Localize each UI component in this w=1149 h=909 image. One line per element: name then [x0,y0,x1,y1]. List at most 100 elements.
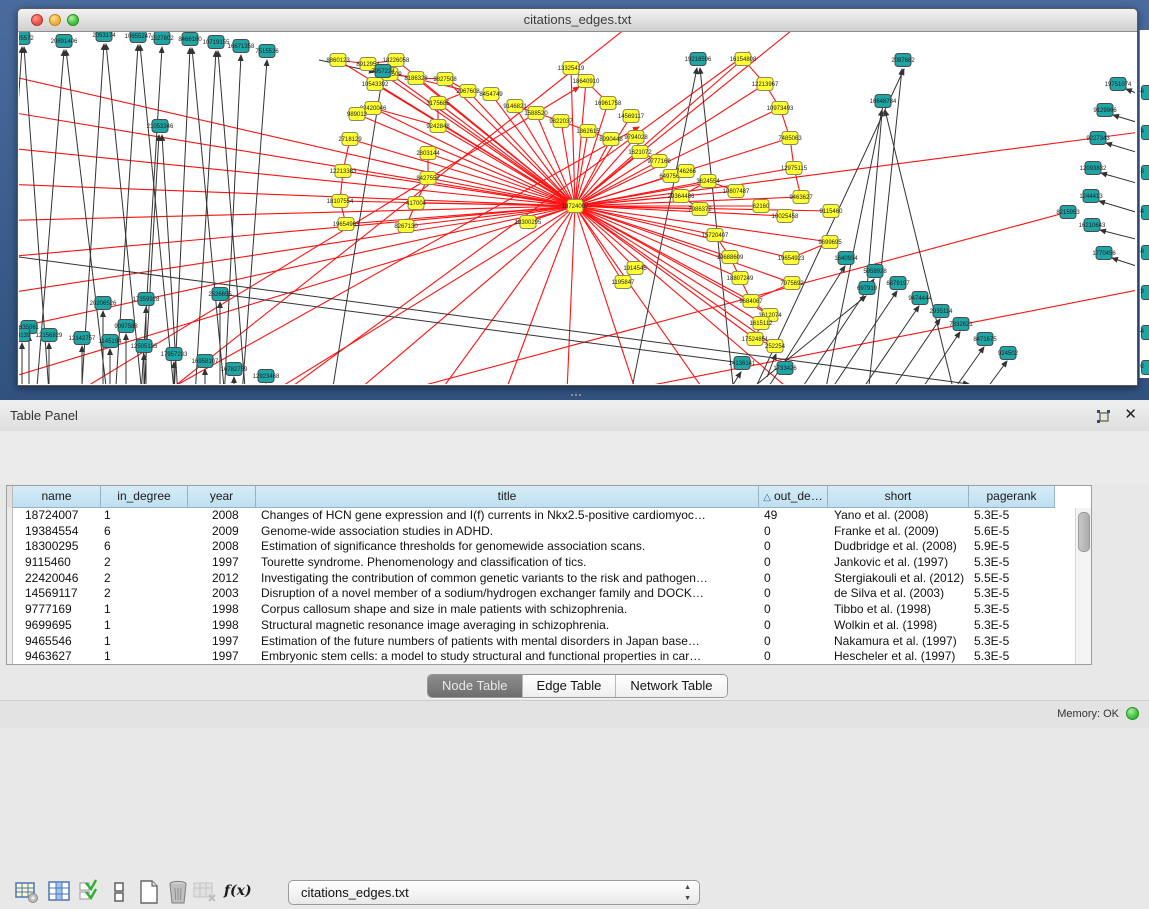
column-header-in_degree[interactable]: in_degree [101,486,188,508]
table-cell[interactable]: 1997 [188,555,256,571]
new-table-icon[interactable] [136,879,162,905]
table-row[interactable]: 2242004622012Investigating the contribut… [7,571,1091,587]
table-row[interactable]: 977716911998Corpus callosum shape and si… [7,602,1091,618]
attribute-batch-edit-icon[interactable] [76,879,102,905]
tab-node-table[interactable]: Node Table [428,675,523,697]
table-cell[interactable]: 9463627 [13,649,101,665]
table-cell[interactable]: Wolkin et al. (1998) [828,618,969,634]
table-cell[interactable]: 2008 [188,508,256,524]
column-header-out_de[interactable]: △out_de… [759,486,828,508]
table-cell[interactable]: 1997 [188,649,256,665]
table-cell[interactable]: 5.3E-5 [969,618,1055,634]
table-cell[interactable]: Disruption of a novel member of a sodium… [256,586,759,602]
table-cell[interactable]: 6 [101,524,188,540]
table-row[interactable]: 1872400712008Changes of HCN gene express… [7,508,1091,524]
table-cell[interactable]: 9115460 [13,555,101,571]
delete-column-icon[interactable] [192,879,218,905]
table-cell[interactable]: Structural magnetic resonance image aver… [256,618,759,634]
column-header-pagerank[interactable]: pagerank [969,486,1055,508]
column-header-name[interactable]: name [13,486,101,508]
table-cell[interactable]: Hescheler et al. (1997) [828,649,969,665]
column-header-title[interactable]: title [256,486,759,508]
table-cell[interactable]: Corpus callosum shape and size in male p… [256,602,759,618]
table-cell[interactable]: Yano et al. (2008) [828,508,969,524]
table-cell[interactable]: Nakamura et al. (1997) [828,634,969,650]
table-cell[interactable]: 19384554 [13,524,101,540]
table-cell[interactable]: 2 [101,555,188,571]
table-cell[interactable]: 0 [759,634,828,650]
table-cell[interactable]: Tourette syndrome. Phenomenology and cla… [256,555,759,571]
table-cell[interactable]: Embryonic stem cells: a model to study s… [256,649,759,665]
table-cell[interactable]: Estimation of the future numbers of pati… [256,634,759,650]
table-row[interactable]: 969969511998Structural magnetic resonanc… [7,618,1091,634]
table-cell[interactable]: 0 [759,618,828,634]
function-builder-icon[interactable]: f(x) [224,883,250,909]
table-cell[interactable]: 1 [101,649,188,665]
table-cell[interactable]: de Silva et al. (2003) [828,586,969,602]
tab-edge-table[interactable]: Edge Table [523,675,617,697]
table-cell[interactable]: 6 [101,539,188,555]
table-cell[interactable]: Changes of HCN gene expression and I(f) … [256,508,759,524]
table-cell[interactable]: 5.3E-5 [969,508,1055,524]
table-cell[interactable]: 2 [101,571,188,587]
table-cell[interactable]: 1 [101,618,188,634]
table-cell[interactable]: 5.3E-5 [969,649,1055,665]
scrollbar-thumb[interactable] [1078,512,1090,552]
table-cell[interactable]: 18300295 [13,539,101,555]
table-cell[interactable]: Estimation of significance thresholds fo… [256,539,759,555]
vertical-scrollbar[interactable] [1075,508,1091,664]
table-row[interactable]: 1456911722003Disruption of a novel membe… [7,586,1091,602]
table-options-icon[interactable] [14,879,40,905]
table-cell[interactable]: 5.6E-5 [969,524,1055,540]
table-cell[interactable]: 2 [101,586,188,602]
column-visibility-icon[interactable] [46,879,72,905]
table-cell[interactable]: 0 [759,571,828,587]
close-panel-icon[interactable]: ✕ [1124,406,1137,424]
table-cell[interactable]: 1997 [188,634,256,650]
table-row[interactable]: 1830029562008Estimation of significance … [7,539,1091,555]
row-height-icon[interactable] [106,879,132,905]
table-cell[interactable]: 1 [101,602,188,618]
table-cell[interactable]: Franke et al. (2009) [828,524,969,540]
table-cell[interactable]: Investigating the contribution of common… [256,571,759,587]
table-cell[interactable]: Dudbridge et al. (2008) [828,539,969,555]
table-cell[interactable]: 2009 [188,524,256,540]
column-header-short[interactable]: short [828,486,969,508]
table-row[interactable]: 911546021997Tourette syndrome. Phenomeno… [7,555,1091,571]
table-cell[interactable]: 5.3E-5 [969,634,1055,650]
table-cell[interactable]: Genome-wide association studies in ADHD. [256,524,759,540]
table-cell[interactable]: 5.3E-5 [969,586,1055,602]
table-row[interactable]: 946362711997Embryonic stem cells: a mode… [7,649,1091,665]
table-cell[interactable]: 14569117 [13,586,101,602]
delete-table-icon[interactable] [165,879,191,905]
table-row[interactable]: 946554611997Estimation of the future num… [7,634,1091,650]
network-window-titlebar[interactable]: citations_edges.txt [18,9,1137,32]
table-selector-dropdown[interactable]: citations_edges.txt ▲▼ [288,880,700,905]
table-cell[interactable]: 49 [759,508,828,524]
table-cell[interactable]: 22420046 [13,571,101,587]
table-cell[interactable]: 18724007 [13,508,101,524]
table-cell[interactable]: 9465546 [13,634,101,650]
table-row[interactable]: 1938455462009Genome-wide association stu… [7,524,1091,540]
table-cell[interactable]: 0 [759,555,828,571]
table-cell[interactable]: 2008 [188,539,256,555]
table-cell[interactable]: 0 [759,524,828,540]
table-cell[interactable]: Stergiakouli et al. (2012) [828,571,969,587]
table-cell[interactable]: 1 [101,634,188,650]
table-cell[interactable]: 9777169 [13,602,101,618]
table-cell[interactable]: 5.3E-5 [969,555,1055,571]
table-cell[interactable]: 2003 [188,586,256,602]
table-cell[interactable]: 5.9E-5 [969,539,1055,555]
table-cell[interactable]: 5.3E-5 [969,602,1055,618]
table-cell[interactable]: Jankovic et al. (1997) [828,555,969,571]
network-canvas[interactable]: 1872400718300295886012389129541822605898… [19,32,1135,384]
column-header-year[interactable]: year [188,486,256,508]
table-cell[interactable]: 1998 [188,602,256,618]
table-cell[interactable]: 1 [101,508,188,524]
table-cell[interactable]: Tibbo et al. (1998) [828,602,969,618]
table-cell[interactable]: 0 [759,586,828,602]
table-cell[interactable]: 1998 [188,618,256,634]
table-cell[interactable]: 5.5E-5 [969,571,1055,587]
float-panel-icon[interactable] [1095,408,1111,424]
table-cell[interactable]: 2012 [188,571,256,587]
